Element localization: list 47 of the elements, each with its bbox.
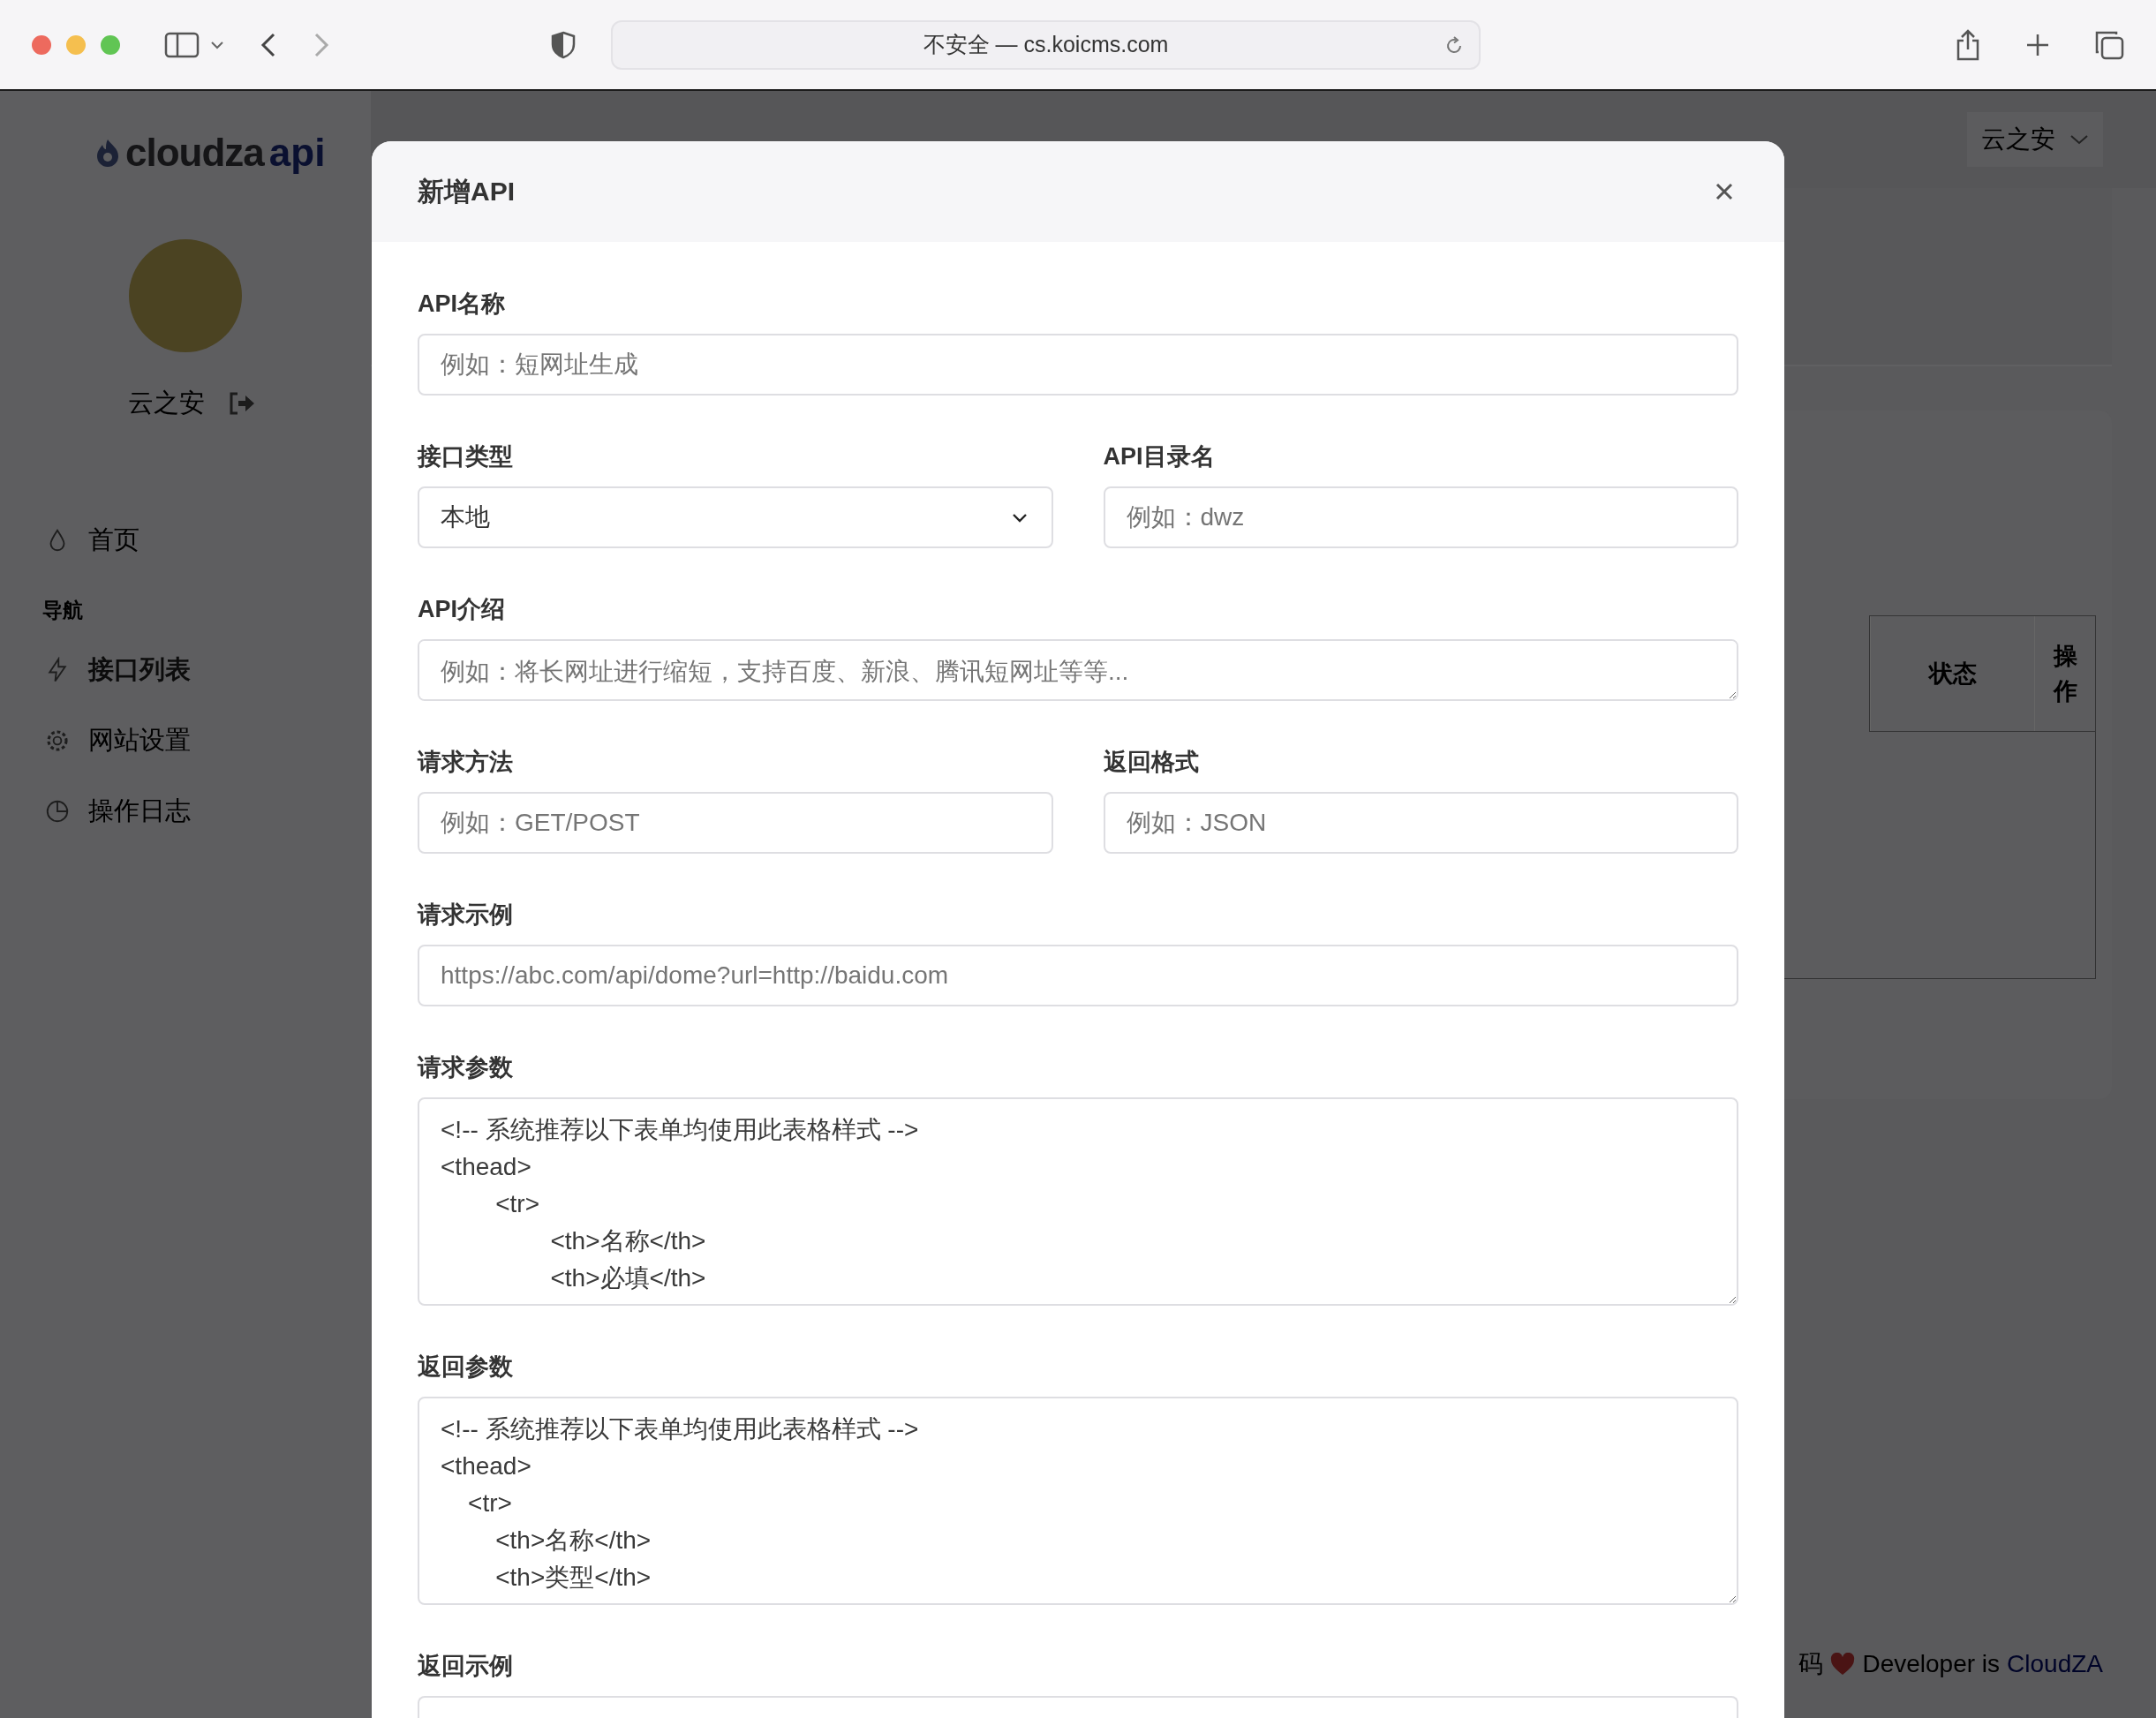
logo-suffix: api [268,131,326,175]
pie-chart-icon [44,798,71,825]
user-name: 云之安 [127,388,205,418]
field-label: 请求参数 [418,1053,514,1082]
table-header-cell: 操作 [2034,616,2095,731]
footer-text: 码 [1798,1649,1824,1679]
footer-link[interactable]: CloudZA [2007,1650,2103,1678]
text-field[interactable]: https://abc.com/api/dome?url=http://baidu.com [418,945,1738,1006]
text-field[interactable]: 例如：JSON [1103,792,1738,854]
nav-item[interactable]: 操作日志 [0,776,371,847]
field-label: 返回参数 [418,1353,514,1382]
nav-item[interactable]: 网站设置 [0,705,371,776]
chevron-down-icon [2069,133,2089,146]
back-icon[interactable] [260,31,277,58]
text-field[interactable]: 例如：短网址生成 [418,334,1738,396]
share-icon[interactable] [1955,27,1981,62]
field-label: 返回示例 [418,1652,514,1681]
field-label: API介绍 [418,595,506,624]
field-label: 返回格式 [1103,748,1200,777]
chevron-down-icon[interactable] [210,39,224,50]
nav-section-title: 导航 [41,598,84,623]
field-label: 请求示例 [418,900,514,930]
dialog-title: 新增API [418,175,515,207]
field-label: 请求方法 [418,748,514,777]
nav-item[interactable]: 接口列表 [0,635,371,705]
nav-item[interactable]: 首页 [0,505,371,576]
select-field[interactable]: 本地 [418,486,1053,548]
field-label: API目录名 [1103,442,1216,471]
tabs-overview-icon[interactable] [2094,29,2124,60]
field-label: 接口类型 [418,442,514,471]
text-field[interactable]: 例如：GET/POST [418,792,1053,854]
footer-text: Developer is [1862,1650,2001,1678]
flame-icon [95,138,120,168]
user-menu[interactable]: 云之安 [1967,112,2103,167]
table-header-cell: 状态 [1870,616,2034,731]
textarea-field[interactable]: 例如：将长网址进行缩短，支持百度、新浪、腾讯短网址等等... [418,639,1738,701]
sidebar-icon[interactable] [164,31,200,58]
code-textarea-field[interactable]: <!-- 系统推荐以下表单均使用此表格样式 --> <thead> <tr> <th>名称</th> <th>必填</th> [418,1097,1738,1306]
shield-icon[interactable] [551,30,576,59]
new-tab-icon[interactable] [2025,32,2050,57]
text-field[interactable]: 例如：dwz [1103,486,1738,548]
logo-text: cloudza [125,131,264,175]
field-label: API名称 [418,290,506,319]
close-window-icon[interactable] [32,34,51,55]
code-textarea-field[interactable]: <!-- 系统推荐以下表单均使用此表格样式 --> <thead> <tr> <th>名称</th> <th>类型</th> [418,1397,1738,1605]
heart-icon [1830,1653,1856,1676]
address-bar[interactable]: 不安全 — cs.koicms.com [611,19,1481,70]
